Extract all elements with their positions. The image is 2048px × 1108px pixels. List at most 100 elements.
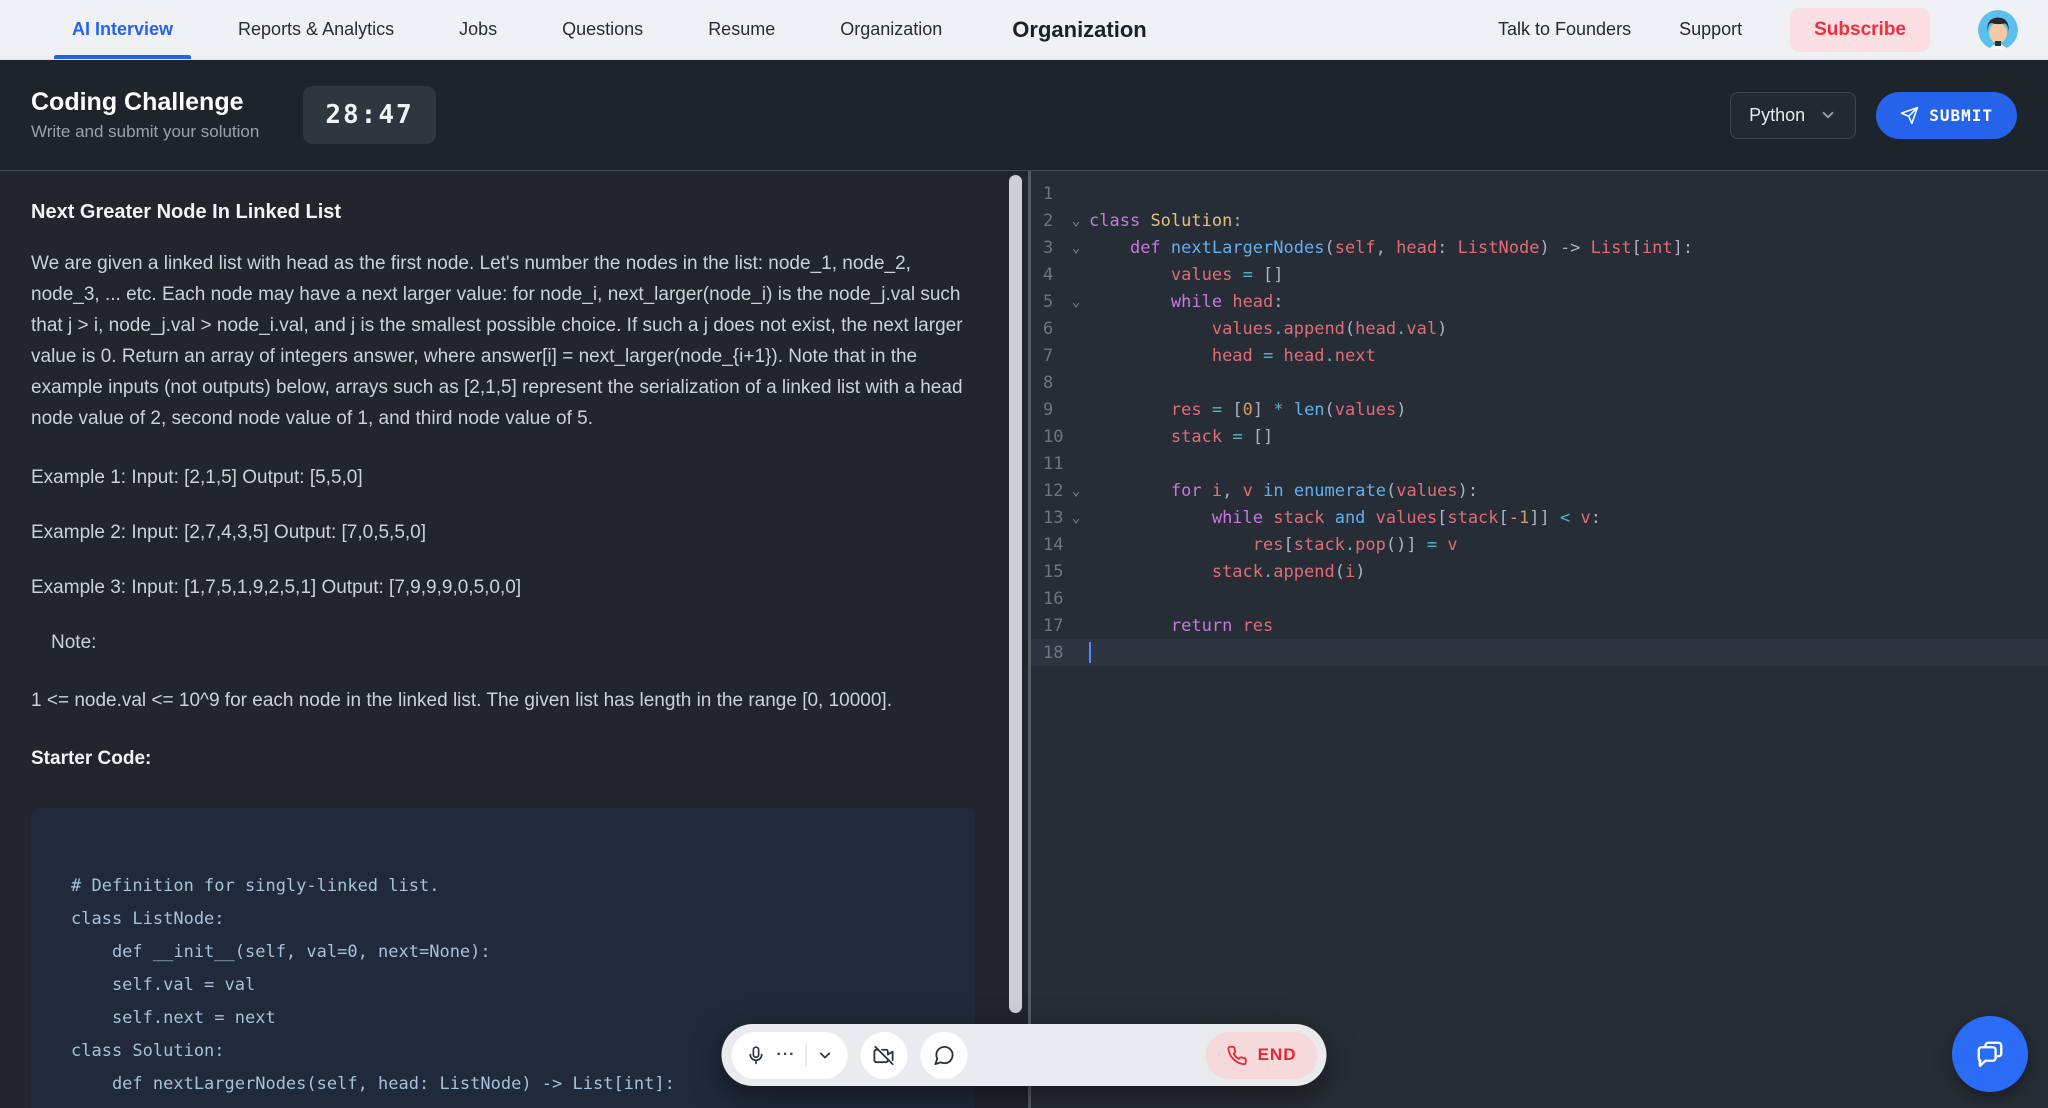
camera-off-icon bbox=[872, 1044, 895, 1067]
code-line[interactable]: 4 values = [] bbox=[1031, 261, 2048, 288]
code-line[interactable]: 17 return res bbox=[1031, 612, 2048, 639]
code-line[interactable]: 13⌄ while stack and values[stack[-1]] < … bbox=[1031, 504, 2048, 531]
challenge-title: Coding Challenge bbox=[31, 88, 259, 117]
code-line[interactable]: 2⌄class Solution: bbox=[1031, 207, 2048, 234]
microphone-icon bbox=[746, 1045, 767, 1066]
mic-level-dots-icon: ··· bbox=[777, 1046, 796, 1064]
code-text: class Solution: bbox=[1089, 211, 1243, 231]
fold-chevron-icon[interactable]: ⌄ bbox=[1063, 240, 1089, 256]
code-line[interactable]: 1 bbox=[1031, 180, 2048, 207]
submit-button[interactable]: SUBMIT bbox=[1876, 92, 2017, 139]
note-label: Note: bbox=[51, 632, 975, 654]
code-text: values.append(head.val) bbox=[1089, 319, 1447, 339]
code-line[interactable]: 7 head = head.next bbox=[1031, 342, 2048, 369]
code-line[interactable]: 14 res[stack.pop()] = v bbox=[1031, 531, 2048, 558]
line-number: 10 bbox=[1031, 427, 1063, 447]
code-line[interactable]: 6 values.append(head.val) bbox=[1031, 315, 2048, 342]
line-number: 16 bbox=[1031, 589, 1063, 609]
line-number: 17 bbox=[1031, 616, 1063, 636]
code-text: stack = [] bbox=[1089, 427, 1273, 447]
editor-lines: 12⌄class Solution:3⌄ def nextLargerNodes… bbox=[1031, 180, 2048, 666]
code-line[interactable]: 8 bbox=[1031, 369, 2048, 396]
code-text: while head: bbox=[1089, 292, 1284, 312]
submit-label: SUBMIT bbox=[1929, 106, 1993, 125]
countdown-timer: 28:47 bbox=[303, 86, 435, 144]
fold-chevron-icon[interactable]: ⌄ bbox=[1063, 483, 1089, 499]
nav-tab-resume[interactable]: Resume bbox=[690, 0, 793, 59]
code-text: res = [0] * len(values) bbox=[1089, 400, 1406, 420]
mic-options-chevron-icon[interactable] bbox=[816, 1047, 833, 1064]
constraint-text: 1 <= node.val <= 10^9 for each node in t… bbox=[31, 690, 975, 712]
problem-scrollbar-track[interactable] bbox=[1006, 171, 1028, 1108]
support-link[interactable]: Support bbox=[1679, 19, 1742, 40]
example-2: Example 2: Input: [2,7,4,3,5] Output: [7… bbox=[31, 522, 975, 544]
code-text: for i, v in enumerate(values): bbox=[1089, 481, 1478, 501]
end-call-button[interactable]: END bbox=[1206, 1032, 1318, 1079]
toolbar-actions: Python SUBMIT bbox=[1730, 92, 2017, 139]
chat-fab-button[interactable] bbox=[1952, 1016, 2028, 1092]
problem-scrollbar-thumb[interactable] bbox=[1009, 175, 1022, 1013]
example-1: Example 1: Input: [2,1,5] Output: [5,5,0… bbox=[31, 467, 975, 489]
language-dropdown[interactable]: Python bbox=[1730, 92, 1856, 139]
call-control-bar: ··· END bbox=[722, 1024, 1327, 1086]
code-line[interactable]: 15 stack.append(i) bbox=[1031, 558, 2048, 585]
line-number: 11 bbox=[1031, 454, 1063, 474]
line-number: 8 bbox=[1031, 373, 1063, 393]
starter-code-line: class ListNode: bbox=[71, 903, 935, 936]
code-line[interactable]: 9 res = [0] * len(values) bbox=[1031, 396, 2048, 423]
starter-code-line: def __init__(self, val=0, next=None): bbox=[71, 936, 935, 969]
challenge-subtitle: Write and submit your solution bbox=[31, 122, 259, 142]
line-number: 12 bbox=[1031, 481, 1063, 501]
line-number: 14 bbox=[1031, 535, 1063, 555]
subscribe-button[interactable]: Subscribe bbox=[1790, 8, 1930, 52]
line-number: 3 bbox=[1031, 238, 1063, 258]
problem-panel: Next Greater Node In Linked List We are … bbox=[0, 171, 1006, 1108]
code-line[interactable]: 5⌄ while head: bbox=[1031, 288, 2048, 315]
nav-tab-ai-interview[interactable]: AI Interview bbox=[54, 0, 191, 59]
user-avatar[interactable] bbox=[1978, 10, 2018, 50]
avatar-image bbox=[1978, 10, 2018, 50]
nav-tab-jobs[interactable]: Jobs bbox=[441, 0, 515, 59]
line-number: 15 bbox=[1031, 562, 1063, 582]
microphone-control[interactable]: ··· bbox=[732, 1032, 848, 1079]
talk-to-founders-link[interactable]: Talk to Founders bbox=[1498, 19, 1631, 40]
nav-tab-questions[interactable]: Questions bbox=[544, 0, 661, 59]
code-line[interactable]: 3⌄ def nextLargerNodes(self, head: ListN… bbox=[1031, 234, 2048, 261]
code-text: def nextLargerNodes(self, head: ListNode… bbox=[1089, 238, 1693, 258]
challenge-toolbar: Coding Challenge Write and submit your s… bbox=[0, 60, 2048, 170]
end-call-label: END bbox=[1258, 1045, 1297, 1065]
nav-tab-organization[interactable]: Organization bbox=[822, 0, 960, 59]
starter-code-label: Starter Code: bbox=[31, 748, 975, 770]
page-title: Organization bbox=[1012, 17, 1146, 43]
code-line[interactable]: 11 bbox=[1031, 450, 2048, 477]
fold-chevron-icon[interactable]: ⌄ bbox=[1063, 294, 1089, 310]
code-line[interactable]: 12⌄ for i, v in enumerate(values): bbox=[1031, 477, 2048, 504]
fold-chevron-icon[interactable]: ⌄ bbox=[1063, 510, 1089, 526]
nav-tab-reports-analytics[interactable]: Reports & Analytics bbox=[220, 0, 412, 59]
text-cursor bbox=[1089, 642, 1091, 663]
language-value: Python bbox=[1749, 105, 1805, 126]
phone-icon bbox=[1227, 1045, 1248, 1066]
code-editor[interactable]: 12⌄class Solution:3⌄ def nextLargerNodes… bbox=[1031, 171, 2048, 1108]
starter-code-line: self.val = val bbox=[71, 969, 935, 1002]
code-text bbox=[1089, 642, 1091, 663]
send-icon bbox=[1900, 106, 1919, 125]
chat-toggle-button[interactable] bbox=[920, 1032, 967, 1079]
line-number: 5 bbox=[1031, 292, 1063, 312]
example-3: Example 3: Input: [1,7,5,1,9,2,5,1] Outp… bbox=[31, 577, 975, 599]
top-navbar: AI Interview Reports & Analytics Jobs Qu… bbox=[0, 0, 2048, 60]
chat-bubble-icon bbox=[932, 1044, 955, 1067]
fold-chevron-icon[interactable]: ⌄ bbox=[1063, 213, 1089, 229]
code-text: while stack and values[stack[-1]] < v: bbox=[1089, 508, 1601, 528]
line-number: 9 bbox=[1031, 400, 1063, 420]
main-area: Next Greater Node In Linked List We are … bbox=[0, 170, 2048, 1108]
code-line[interactable]: 16 bbox=[1031, 585, 2048, 612]
code-line[interactable]: 18 bbox=[1031, 639, 2048, 666]
line-number: 7 bbox=[1031, 346, 1063, 366]
camera-toggle-button[interactable] bbox=[860, 1032, 907, 1079]
code-text: values = [] bbox=[1089, 265, 1284, 285]
mic-group-divider bbox=[805, 1043, 806, 1067]
code-line[interactable]: 10 stack = [] bbox=[1031, 423, 2048, 450]
problem-title: Next Greater Node In Linked List bbox=[31, 201, 975, 224]
line-number: 18 bbox=[1031, 643, 1063, 663]
